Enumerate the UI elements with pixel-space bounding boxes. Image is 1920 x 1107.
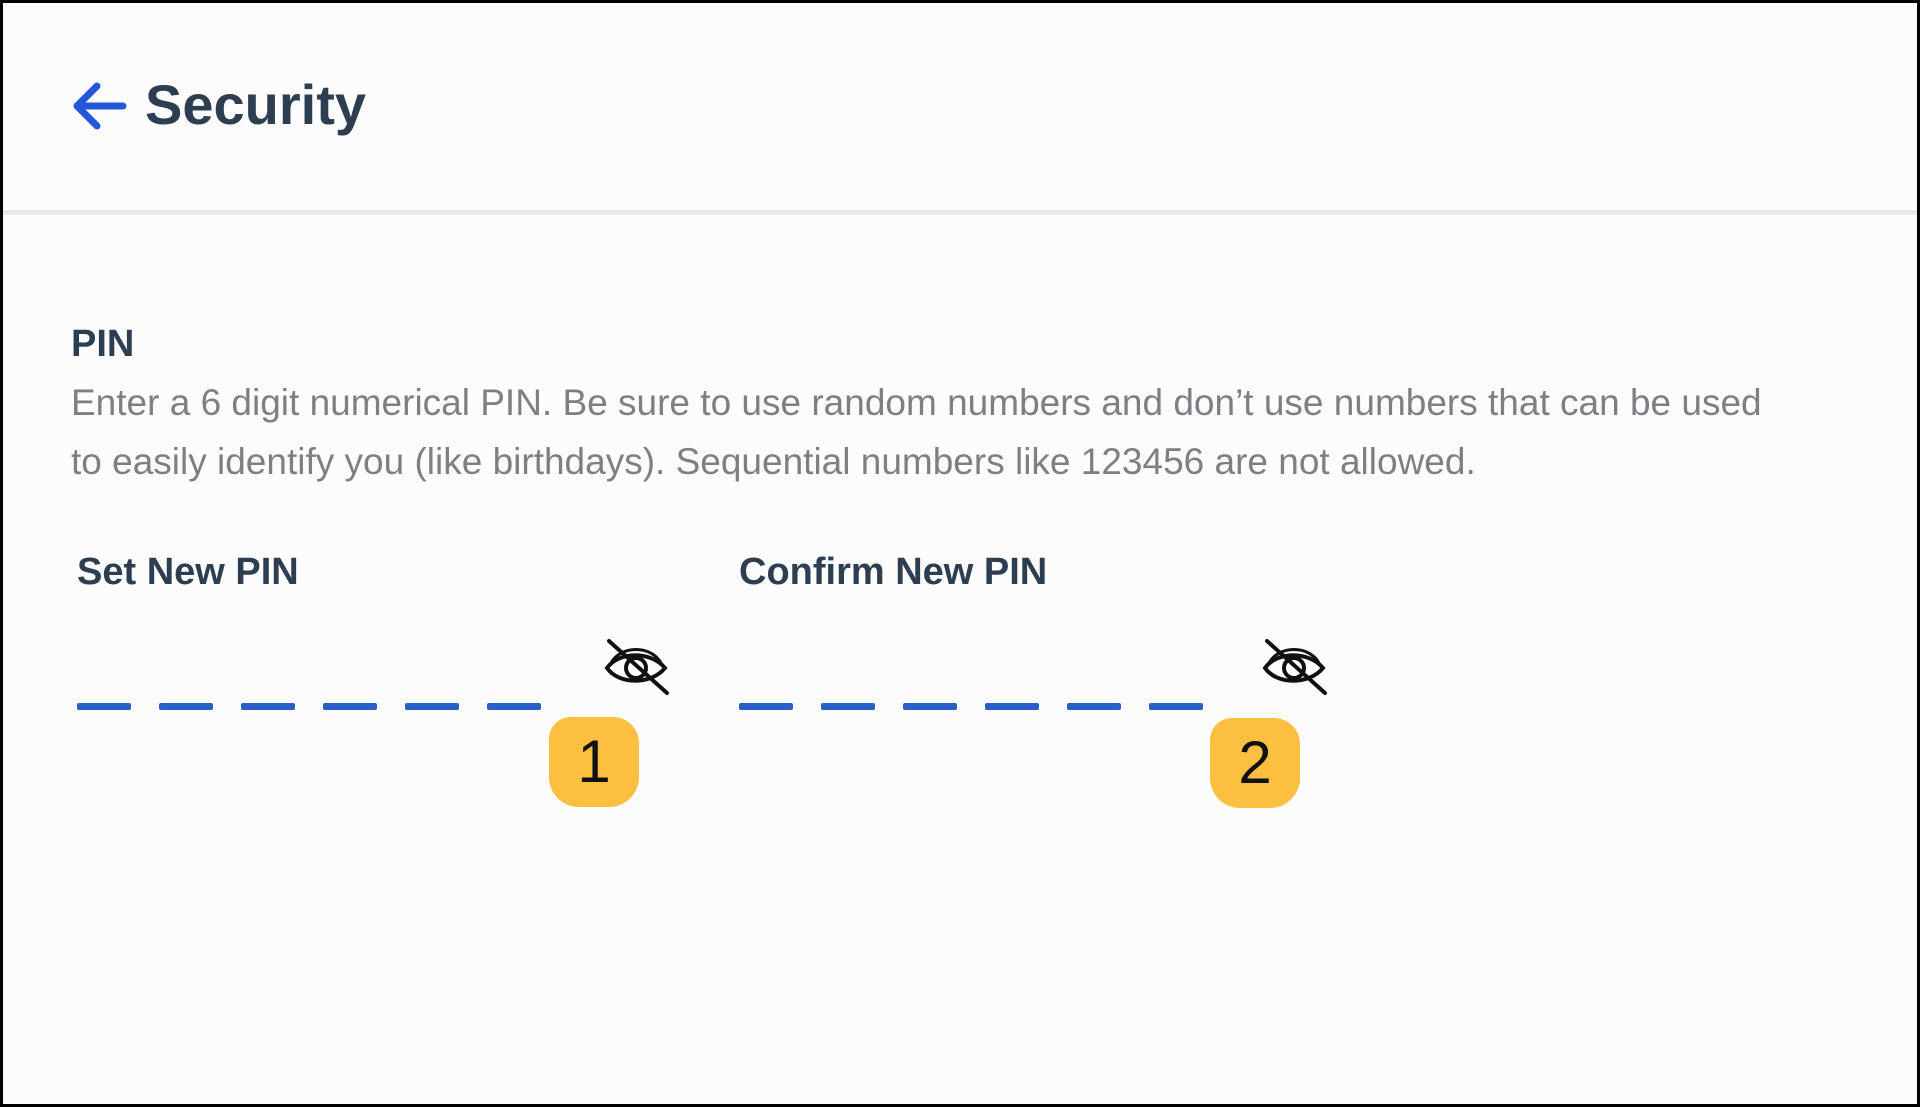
pin-digit-slot[interactable]	[77, 703, 131, 710]
confirm-new-pin-input[interactable]	[739, 703, 1203, 710]
pin-digit-slot[interactable]	[323, 703, 377, 710]
pin-digit-slot[interactable]	[241, 703, 295, 710]
pin-digit-slot[interactable]	[903, 703, 957, 710]
section-description: Enter a 6 digit numerical PIN. Be sure t…	[71, 382, 1762, 482]
eye-slash-icon	[604, 639, 669, 695]
pin-section: PIN Enter a 6 digit numerical PIN. Be su…	[71, 321, 1871, 491]
show-confirm-pin-toggle[interactable]	[1259, 635, 1329, 697]
confirm-new-pin-group: Confirm New PIN	[739, 549, 1327, 710]
set-new-pin-label: Set New PIN	[77, 551, 299, 593]
pin-digit-slot[interactable]	[739, 703, 793, 710]
pin-digit-slot[interactable]	[487, 703, 541, 710]
callout-badge-2: 2	[1210, 718, 1300, 808]
pin-digit-slot[interactable]	[1067, 703, 1121, 710]
section-title: PIN	[71, 323, 135, 365]
arrow-left-icon	[73, 82, 127, 130]
pin-digit-slot[interactable]	[1149, 703, 1203, 710]
show-pin-toggle[interactable]	[601, 635, 671, 697]
page-header: Security	[3, 3, 1917, 215]
pin-digit-slot[interactable]	[405, 703, 459, 710]
confirm-new-pin-label: Confirm New PIN	[739, 551, 1048, 593]
pin-digit-slot[interactable]	[821, 703, 875, 710]
callout-badge-1: 1	[549, 717, 639, 807]
pin-digit-slot[interactable]	[159, 703, 213, 710]
app-window: Security PIN Enter a 6 digit numerical P…	[0, 0, 1920, 1107]
set-new-pin-input[interactable]	[77, 703, 541, 710]
set-new-pin-group: Set New PIN	[77, 549, 669, 710]
pin-digit-slot[interactable]	[985, 703, 1039, 710]
eye-slash-icon	[1262, 639, 1327, 695]
back-button[interactable]	[69, 76, 129, 136]
page-title: Security	[145, 73, 366, 136]
